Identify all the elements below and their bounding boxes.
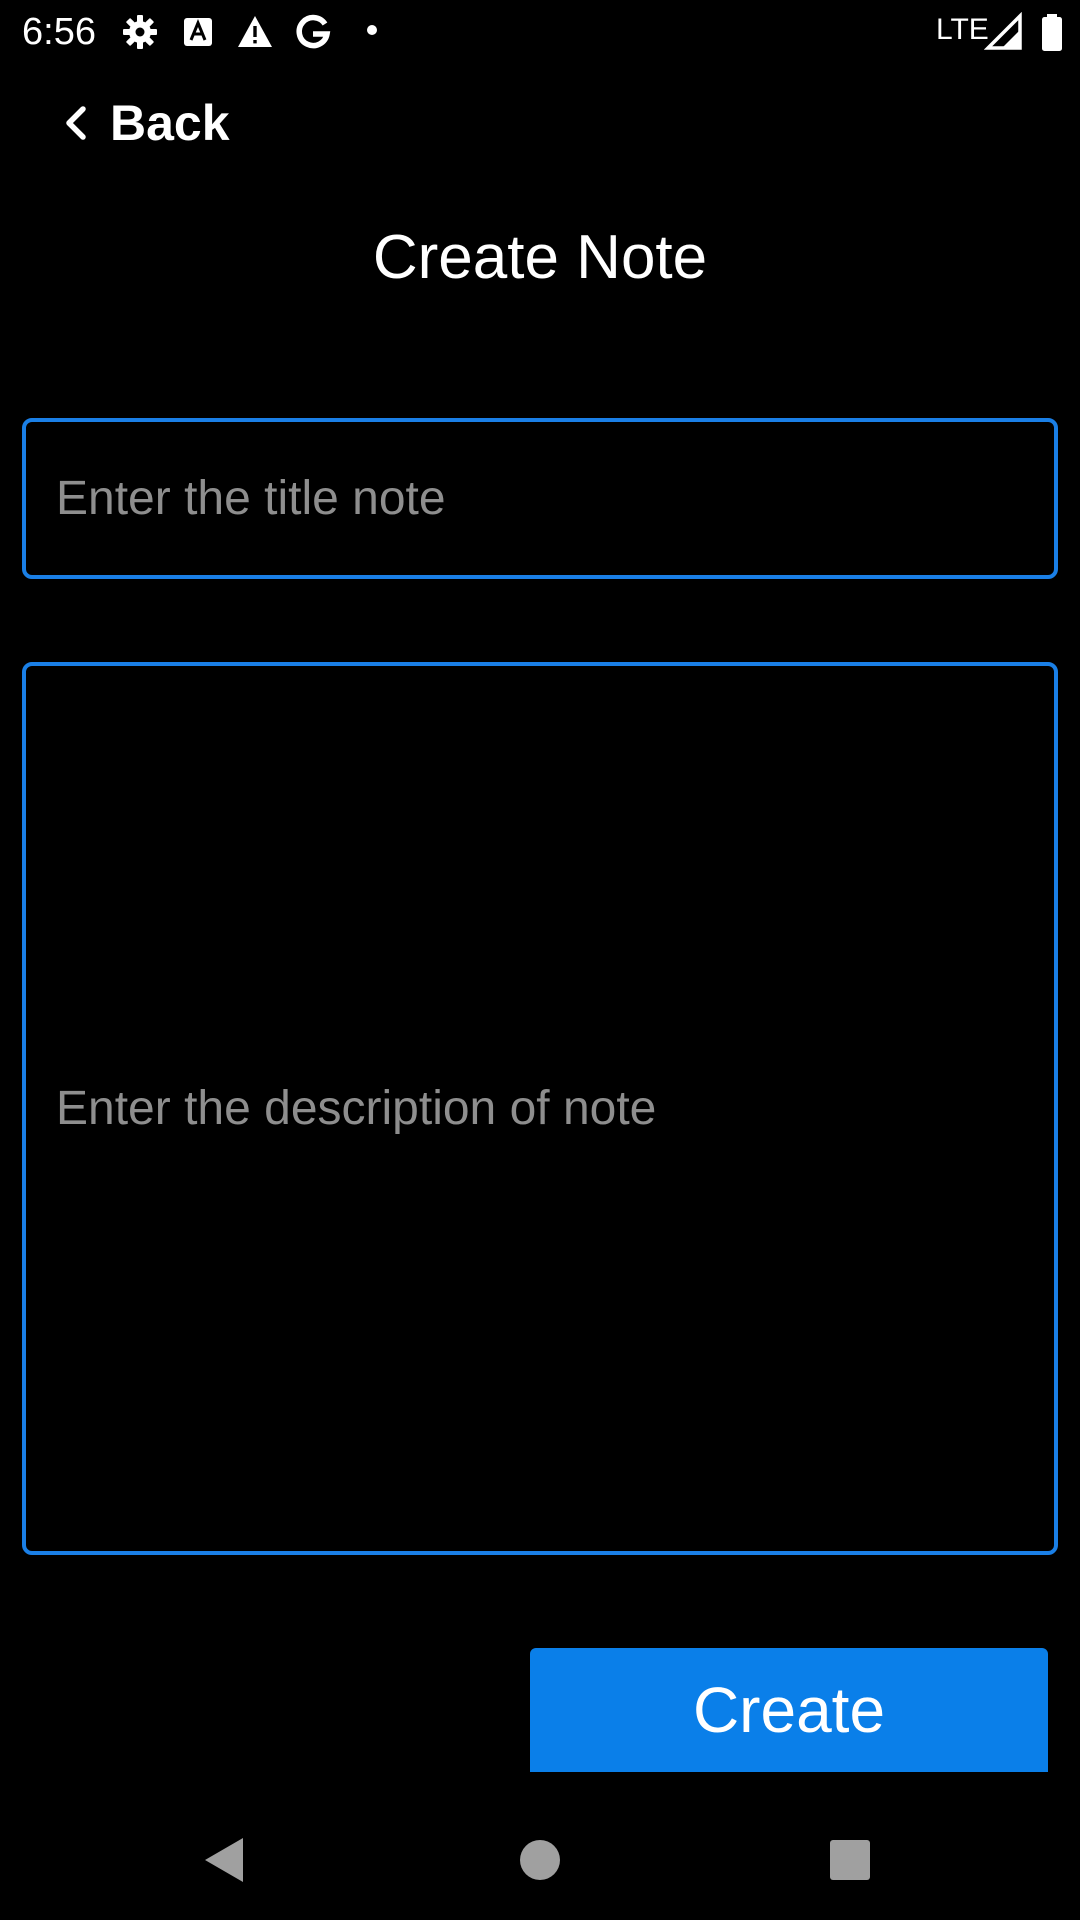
- network-type: LTE: [936, 13, 989, 46]
- dot-icon: [367, 25, 377, 35]
- create-button[interactable]: Create: [530, 1648, 1048, 1772]
- title-input[interactable]: [22, 418, 1058, 579]
- recents-square-icon[interactable]: [820, 1830, 880, 1890]
- back-triangle-icon[interactable]: [195, 1830, 255, 1890]
- warning-icon: [238, 16, 272, 47]
- gear-icon: [123, 15, 157, 49]
- page-title: Create Note: [372, 223, 708, 292]
- status-time: 6:56: [22, 11, 96, 53]
- home-circle-icon[interactable]: [510, 1830, 570, 1890]
- signal-icon: [984, 12, 1022, 50]
- google-g-icon: [296, 14, 331, 49]
- description-placeholder: Enter the description of note: [56, 1082, 657, 1135]
- back-button[interactable]: Back: [56, 88, 230, 158]
- battery-icon: [1042, 14, 1062, 51]
- description-input[interactable]: Enter the description of note: [22, 662, 1058, 1555]
- status-bar: 6:56 LTE: [0, 0, 1080, 64]
- chevron-left-icon: [66, 106, 86, 140]
- navigation-bar: [0, 1800, 1080, 1920]
- back-label: Back: [110, 95, 230, 151]
- font-a-icon: [184, 18, 212, 46]
